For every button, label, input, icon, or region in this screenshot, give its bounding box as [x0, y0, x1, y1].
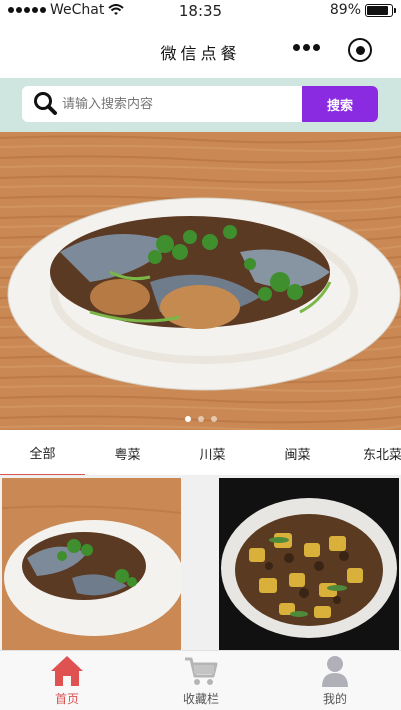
banner-carousel[interactable]	[0, 132, 401, 430]
search-box	[22, 86, 304, 122]
battery-percent: 89%	[329, 2, 361, 18]
tab-category[interactable]: 粤菜	[85, 430, 170, 475]
category-tabs: 全部 粤菜 川菜 闽菜 东北菜	[0, 430, 401, 476]
status-bar: WeChat 18:35 89%	[0, 0, 401, 22]
dish-card[interactable]	[219, 478, 399, 650]
more-menu-icon[interactable]	[293, 44, 320, 51]
banner-dot[interactable]	[197, 416, 204, 422]
tab-favorites-label: 收藏栏	[182, 692, 219, 706]
tab-category[interactable]: 川菜	[170, 430, 255, 475]
tab-home[interactable]: 首页	[0, 651, 134, 710]
banner-food-image	[0, 132, 401, 430]
battery-area: 89%	[329, 2, 396, 18]
tab-category[interactable]: 全部	[0, 430, 85, 475]
banner-dot[interactable]	[210, 416, 217, 422]
dish-image	[219, 478, 399, 650]
user-icon	[322, 656, 348, 687]
bottom-tab-bar: 首页 收藏栏 我的	[0, 650, 401, 710]
tab-favorites[interactable]: 收藏栏	[134, 651, 268, 710]
close-miniprogram-icon[interactable]	[348, 38, 372, 62]
tab-profile-label: 我的	[322, 692, 347, 706]
search-bar: 搜索	[0, 78, 401, 132]
dish-grid	[0, 476, 401, 650]
cart-icon	[185, 657, 218, 685]
banner-indicator	[0, 416, 401, 422]
nav-bar: 微信点餐	[0, 22, 401, 78]
dish-image	[2, 478, 181, 650]
page-title: 微信点餐	[160, 44, 241, 63]
search-icon	[34, 92, 57, 115]
search-button[interactable]: 搜索	[302, 86, 378, 122]
dish-card[interactable]	[2, 478, 181, 650]
tab-home-label: 首页	[54, 692, 79, 706]
search-input[interactable]	[62, 89, 282, 119]
tab-category[interactable]: 东北菜	[340, 430, 401, 475]
home-icon	[51, 656, 83, 686]
tab-profile[interactable]: 我的	[268, 651, 401, 710]
tab-category[interactable]: 闽菜	[255, 430, 340, 475]
battery-icon	[365, 3, 396, 17]
banner-dot[interactable]	[184, 416, 191, 422]
